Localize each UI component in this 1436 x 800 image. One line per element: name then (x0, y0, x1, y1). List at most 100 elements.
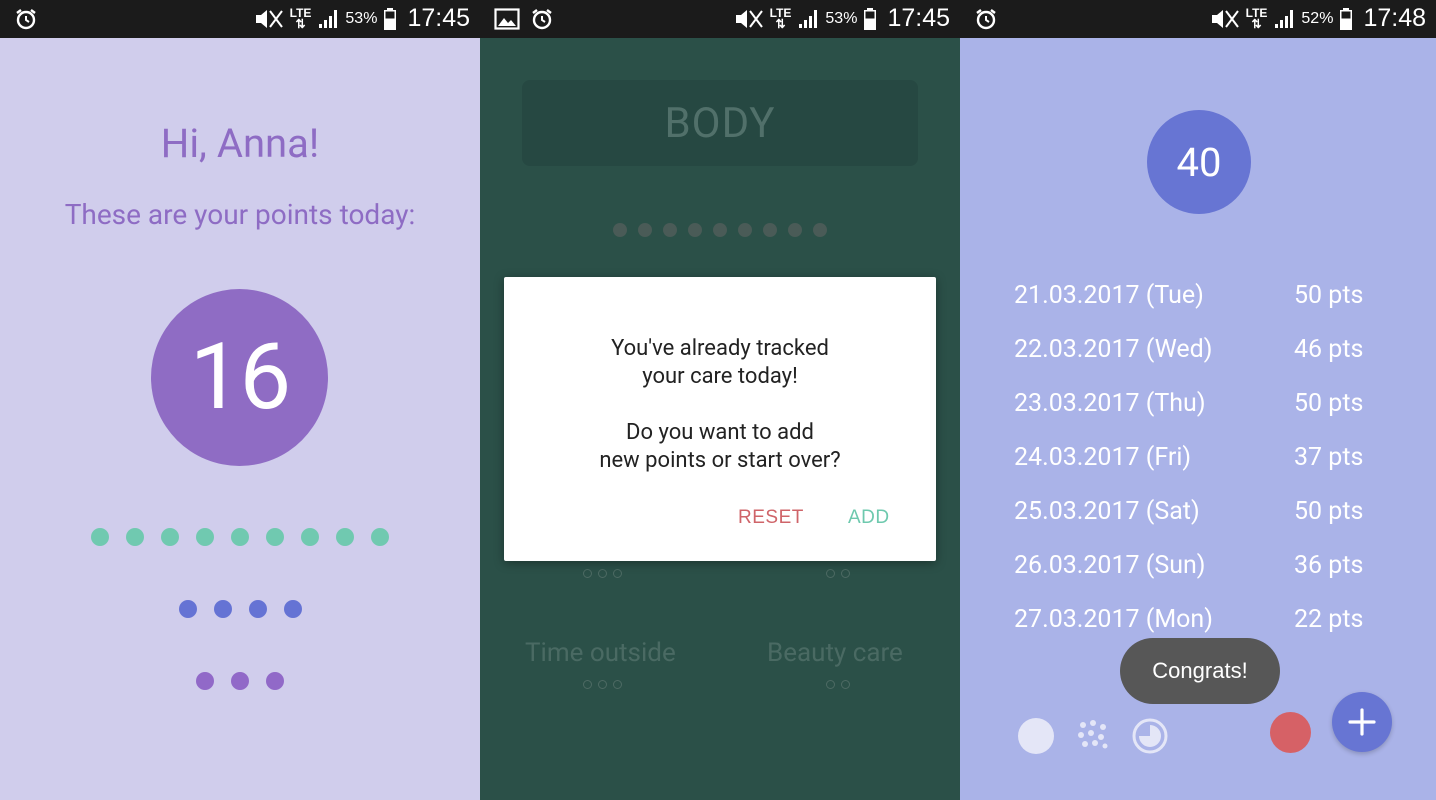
point-dot (213, 600, 232, 618)
log-row: 25.03.2017 (Sat) 50 pts (1014, 497, 1394, 551)
rating-rings[interactable] (583, 569, 622, 578)
plus-icon (1348, 708, 1376, 736)
point-dot (91, 528, 109, 546)
purple-dot-row (0, 672, 480, 690)
ring[interactable] (583, 569, 592, 578)
battery-percent: 52% (1301, 9, 1334, 27)
network-type: LTE ⇅ (769, 5, 792, 31)
signal-icon (1275, 9, 1294, 28)
point-dot (301, 528, 319, 546)
log-row: 21.03.2017 (Tue) 50 pts (1014, 281, 1394, 335)
log-points: 36 pts (1294, 551, 1364, 580)
dot (738, 223, 752, 237)
dot (813, 223, 827, 237)
point-dot (371, 528, 389, 546)
add-button[interactable]: ADD (848, 507, 890, 529)
ring[interactable] (841, 569, 850, 578)
rating-rings[interactable] (826, 569, 850, 578)
status-bar: LTE ⇅ 53% 17:45 (0, 0, 480, 38)
point-dot (161, 528, 179, 546)
total-points-circle: 40 (1147, 110, 1251, 214)
point-dot (196, 672, 214, 690)
reset-button[interactable]: RESET (738, 507, 804, 529)
ring[interactable] (613, 680, 622, 689)
log-points: 37 pts (1294, 443, 1364, 472)
log-row: 23.03.2017 (Thu) 50 pts (1014, 389, 1394, 443)
ring[interactable] (613, 569, 622, 578)
timer-icon[interactable] (1130, 716, 1170, 756)
screen-body-tracking: LTE ⇅ 53% 17:45 BODY Time outside Beauty … (480, 0, 960, 800)
dot (638, 223, 652, 237)
point-dot (248, 600, 267, 618)
log-date: 26.03.2017 (Sun) (1014, 551, 1206, 580)
battery-icon (1340, 7, 1353, 30)
log-points: 50 pts (1294, 281, 1364, 310)
blue-dot-row (0, 600, 480, 618)
mute-icon (735, 9, 763, 28)
log-date: 22.03.2017 (Wed) (1014, 335, 1213, 364)
log-row: 22.03.2017 (Wed) 46 pts (1014, 335, 1394, 389)
clock: 17:45 (887, 4, 950, 32)
battery-icon (384, 7, 397, 30)
log-row: 24.03.2017 (Fri) 37 pts (1014, 443, 1394, 497)
ring[interactable] (826, 680, 835, 689)
dialog-message: You've already tracked your care today! … (599, 336, 841, 473)
ring[interactable] (598, 569, 607, 578)
teal-dot-row (0, 528, 480, 546)
ring[interactable] (598, 680, 607, 689)
log-date: 27.03.2017 (Mon) (1014, 605, 1213, 634)
category-beauty-care[interactable]: Beauty care (767, 638, 903, 668)
point-dot (196, 528, 214, 546)
point-dot (231, 672, 249, 690)
add-fab[interactable] (1332, 692, 1392, 752)
battery-icon (864, 7, 877, 30)
log-date: 25.03.2017 (Sat) (1014, 497, 1200, 526)
dot (713, 223, 727, 237)
rating-rings[interactable] (826, 680, 850, 689)
signal-icon (799, 9, 818, 28)
already-tracked-dialog: You've already tracked your care today! … (504, 277, 936, 561)
category-time-outside[interactable]: Time outside (525, 638, 676, 668)
reset-dot[interactable] (1270, 712, 1311, 753)
mute-icon (255, 9, 283, 28)
log-points: 46 pts (1294, 335, 1364, 364)
category-banner: BODY (522, 80, 918, 166)
clock: 17:45 (407, 4, 470, 32)
battery-percent: 53% (825, 9, 858, 27)
point-dot (336, 528, 354, 546)
ring[interactable] (583, 680, 592, 689)
log-points: 50 pts (1294, 497, 1364, 526)
dot (688, 223, 702, 237)
point-dot (283, 600, 302, 618)
dot (663, 223, 677, 237)
log-date: 23.03.2017 (Thu) (1014, 389, 1206, 418)
rating-rings[interactable] (583, 680, 622, 689)
alarm-icon (976, 9, 996, 30)
circle-icon[interactable] (1016, 716, 1056, 756)
point-dot (266, 672, 284, 690)
status-bar: LTE ⇅ 53% 17:45 (480, 0, 960, 38)
ring[interactable] (841, 680, 850, 689)
clock: 17:48 (1363, 4, 1426, 32)
network-type: LTE ⇅ (1245, 5, 1268, 31)
greeting: Hi, Anna! (160, 120, 320, 167)
image-icon (494, 8, 520, 30)
body-screen-content: BODY Time outside Beauty care You've alr… (480, 38, 960, 800)
history-screen-content: 40 21.03.2017 (Tue) 50 pts 22.03.2017 (W… (960, 38, 1436, 800)
log-points: 50 pts (1294, 389, 1364, 418)
point-dot (126, 528, 144, 546)
signal-icon (319, 9, 338, 28)
points-counter: 16 (151, 289, 328, 466)
point-dot (266, 528, 284, 546)
points-screen-content: Hi, Anna! These are your points today: 1… (0, 38, 480, 800)
alarm-icon (16, 9, 36, 30)
point-dot (231, 528, 249, 546)
log-row: 26.03.2017 (Sun) 36 pts (1014, 551, 1394, 605)
alarm-icon (532, 9, 552, 30)
dot (613, 223, 627, 237)
log-date: 24.03.2017 (Fri) (1014, 443, 1192, 472)
dots-cluster-icon[interactable] (1076, 718, 1110, 752)
points-subtitle: These are your points today: (64, 198, 416, 231)
congrats-toast: Congrats! (1120, 638, 1280, 704)
ring[interactable] (826, 569, 835, 578)
